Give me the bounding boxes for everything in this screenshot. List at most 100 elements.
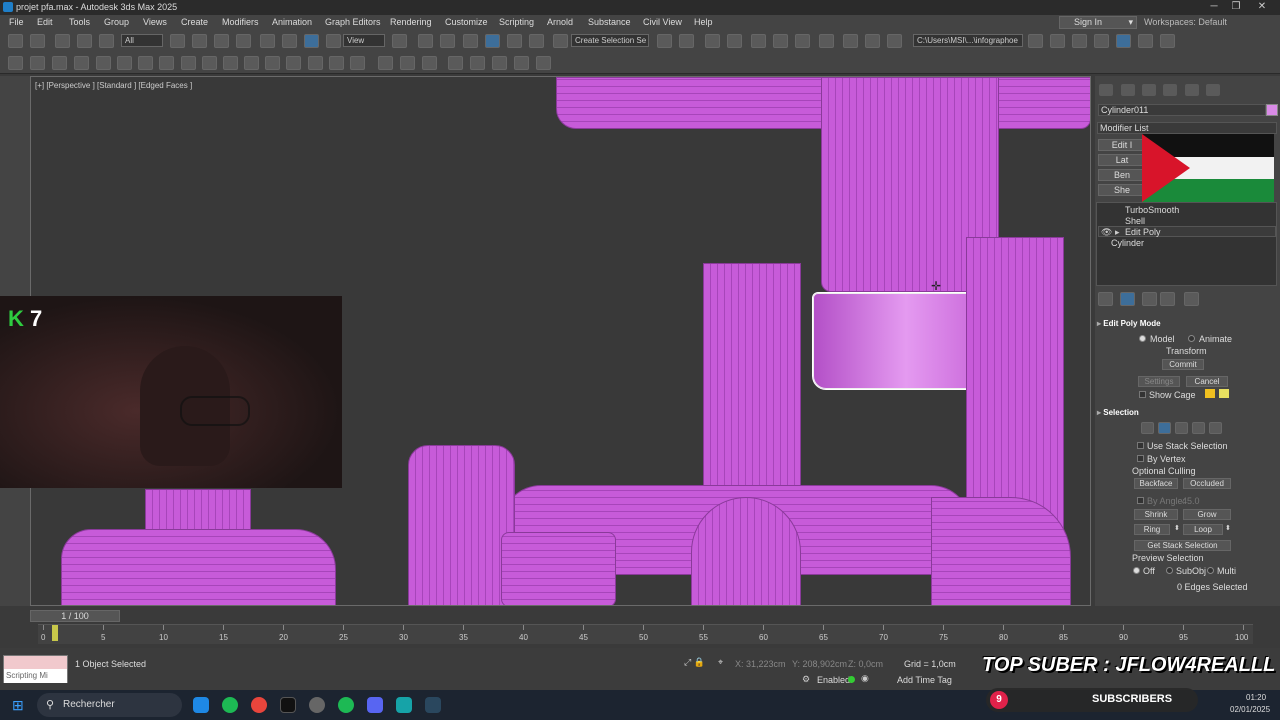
- object-name-field[interactable]: Cylinder011: [1098, 104, 1266, 116]
- bind-space-warp-icon[interactable]: [99, 34, 114, 48]
- helper-icon[interactable]: [308, 56, 323, 70]
- chrome-icon[interactable]: [251, 697, 267, 713]
- mirror-icon[interactable]: [657, 34, 672, 48]
- info-icon[interactable]: [422, 56, 437, 70]
- history-icon[interactable]: [1138, 34, 1153, 48]
- preview-subobj-radio[interactable]: [1166, 567, 1173, 574]
- bone-icon[interactable]: [159, 56, 174, 70]
- maxscript-input[interactable]: [4, 656, 67, 669]
- list-icon[interactable]: [400, 56, 415, 70]
- 3ds-max-icon[interactable]: [396, 697, 412, 713]
- cancel-button[interactable]: Cancel: [1186, 376, 1228, 387]
- element-mode-icon[interactable]: [1209, 422, 1222, 434]
- toggle-toolbar-icon[interactable]: [1050, 34, 1065, 48]
- select-manipulate-icon[interactable]: [418, 34, 433, 48]
- track-bar[interactable]: 0 5 10 15 20 25 30 35 40 45 50 55 60 65 …: [38, 624, 1253, 644]
- move-icon[interactable]: [260, 34, 275, 48]
- add-time-tag[interactable]: Add Time Tag: [897, 675, 952, 685]
- menu-scripting[interactable]: Scripting: [499, 17, 534, 27]
- camera-icon[interactable]: [74, 56, 89, 70]
- z-coordinate[interactable]: Z: 0,0cm: [848, 659, 883, 669]
- scale-icon[interactable]: [304, 34, 319, 48]
- enabled-indicator[interactable]: [848, 676, 855, 683]
- menu-create[interactable]: Create: [181, 17, 208, 27]
- settings-button[interactable]: Settings: [1138, 376, 1180, 387]
- link-icon[interactable]: [55, 34, 70, 48]
- rendered-frame-window-icon[interactable]: [865, 34, 880, 48]
- y-coordinate[interactable]: Y: 208,902cm: [792, 659, 847, 669]
- reference-coordinate-dropdown[interactable]: View: [343, 34, 385, 47]
- utilities-tab-icon[interactable]: [1206, 84, 1220, 96]
- menu-civil-view[interactable]: Civil View: [643, 17, 682, 27]
- fluid-icon[interactable]: [492, 56, 507, 70]
- discord-icon[interactable]: [367, 697, 383, 713]
- menu-arnold[interactable]: Arnold: [547, 17, 573, 27]
- spotify-icon[interactable]: [222, 697, 238, 713]
- render-production-icon[interactable]: [887, 34, 902, 48]
- select-by-name-icon[interactable]: [192, 34, 207, 48]
- adaptive-degradation-icon[interactable]: ⚙: [802, 674, 810, 685]
- preview-off-radio[interactable]: [1133, 567, 1140, 574]
- help-icon[interactable]: [1160, 34, 1175, 48]
- animate-radio[interactable]: [1188, 335, 1195, 342]
- model-radio[interactable]: [1139, 335, 1146, 342]
- sign-in-dropdown[interactable]: Sign In ▾: [1059, 16, 1137, 29]
- border-mode-icon[interactable]: [1175, 422, 1188, 434]
- dots-icon[interactable]: [536, 56, 551, 70]
- loop-button[interactable]: Loop: [1183, 524, 1223, 535]
- absolute-mode-icon[interactable]: ⌖: [718, 657, 723, 668]
- workspaces-selector[interactable]: Workspaces: Default: [1144, 17, 1227, 27]
- make-unique-icon[interactable]: [1142, 292, 1157, 306]
- keyboard-shortcut-icon[interactable]: [440, 34, 455, 48]
- edge-mode-icon[interactable]: [1158, 422, 1171, 434]
- text-icon[interactable]: [138, 56, 153, 70]
- ring-button[interactable]: Ring: [1134, 524, 1170, 535]
- box-icon[interactable]: [202, 56, 217, 70]
- paint-selection-icon[interactable]: [30, 56, 45, 70]
- schematic-view-icon[interactable]: [795, 34, 810, 48]
- clock-date[interactable]: 02/01/2025: [1230, 705, 1270, 714]
- grow-button[interactable]: Grow: [1183, 509, 1231, 520]
- curve-editor-icon[interactable]: [773, 34, 788, 48]
- by-angle-checkbox[interactable]: [1137, 497, 1144, 504]
- align-icon[interactable]: [679, 34, 694, 48]
- time-tag-icon[interactable]: ◉: [861, 673, 869, 684]
- tree-icon[interactable]: [96, 56, 111, 70]
- pivot-center-icon[interactable]: [392, 34, 407, 48]
- cage-color-swatch-1[interactable]: [1205, 389, 1215, 398]
- layer-explorer-icon[interactable]: [727, 34, 742, 48]
- tiktok-icon[interactable]: [280, 697, 296, 713]
- maximize-button[interactable]: ❐: [1226, 1, 1246, 13]
- project-folder-dropdown[interactable]: C:\Users\MSI\...\infographoe: [913, 34, 1023, 47]
- menu-graph-editors[interactable]: Graph Editors: [325, 17, 381, 27]
- vertex-mode-icon[interactable]: [1141, 422, 1154, 434]
- edit-named-selection-icon[interactable]: [553, 34, 568, 48]
- ribbon-icon[interactable]: [751, 34, 766, 48]
- arrow-icon[interactable]: [378, 56, 393, 70]
- grid-icon[interactable]: [286, 56, 301, 70]
- question-icon[interactable]: [350, 56, 365, 70]
- show-cage-checkbox[interactable]: [1139, 391, 1146, 398]
- edit-poly-mode-rollout[interactable]: ▸ Edit Poly Mode: [1097, 319, 1275, 328]
- preview-multi-radio[interactable]: [1207, 567, 1214, 574]
- light-icon[interactable]: [244, 56, 259, 70]
- stack-item-edit-poly[interactable]: Edit Poly: [1125, 227, 1161, 237]
- object-color-swatch[interactable]: [1266, 104, 1278, 116]
- edge-browser-icon[interactable]: [193, 697, 209, 713]
- stack-item-shell[interactable]: Shell: [1125, 216, 1145, 226]
- mod-button-shell[interactable]: She: [1098, 184, 1146, 196]
- ring-spinner-icon[interactable]: ⬍: [1174, 524, 1180, 532]
- display-tab-icon[interactable]: [1185, 84, 1199, 96]
- redo-icon[interactable]: [30, 34, 45, 48]
- selection-filter-dropdown[interactable]: All: [121, 34, 163, 47]
- wrap-icon[interactable]: [117, 56, 132, 70]
- menu-animation[interactable]: Animation: [272, 17, 312, 27]
- open-project-icon[interactable]: [1028, 34, 1043, 48]
- rotate-icon[interactable]: [282, 34, 297, 48]
- occluded-button[interactable]: Occluded: [1183, 478, 1231, 489]
- menu-tools[interactable]: Tools: [69, 17, 90, 27]
- percent-snap-icon[interactable]: [507, 34, 522, 48]
- frame-icon[interactable]: [514, 56, 529, 70]
- snaps-toggle-icon[interactable]: [463, 34, 478, 48]
- by-vertex-checkbox[interactable]: [1137, 455, 1144, 462]
